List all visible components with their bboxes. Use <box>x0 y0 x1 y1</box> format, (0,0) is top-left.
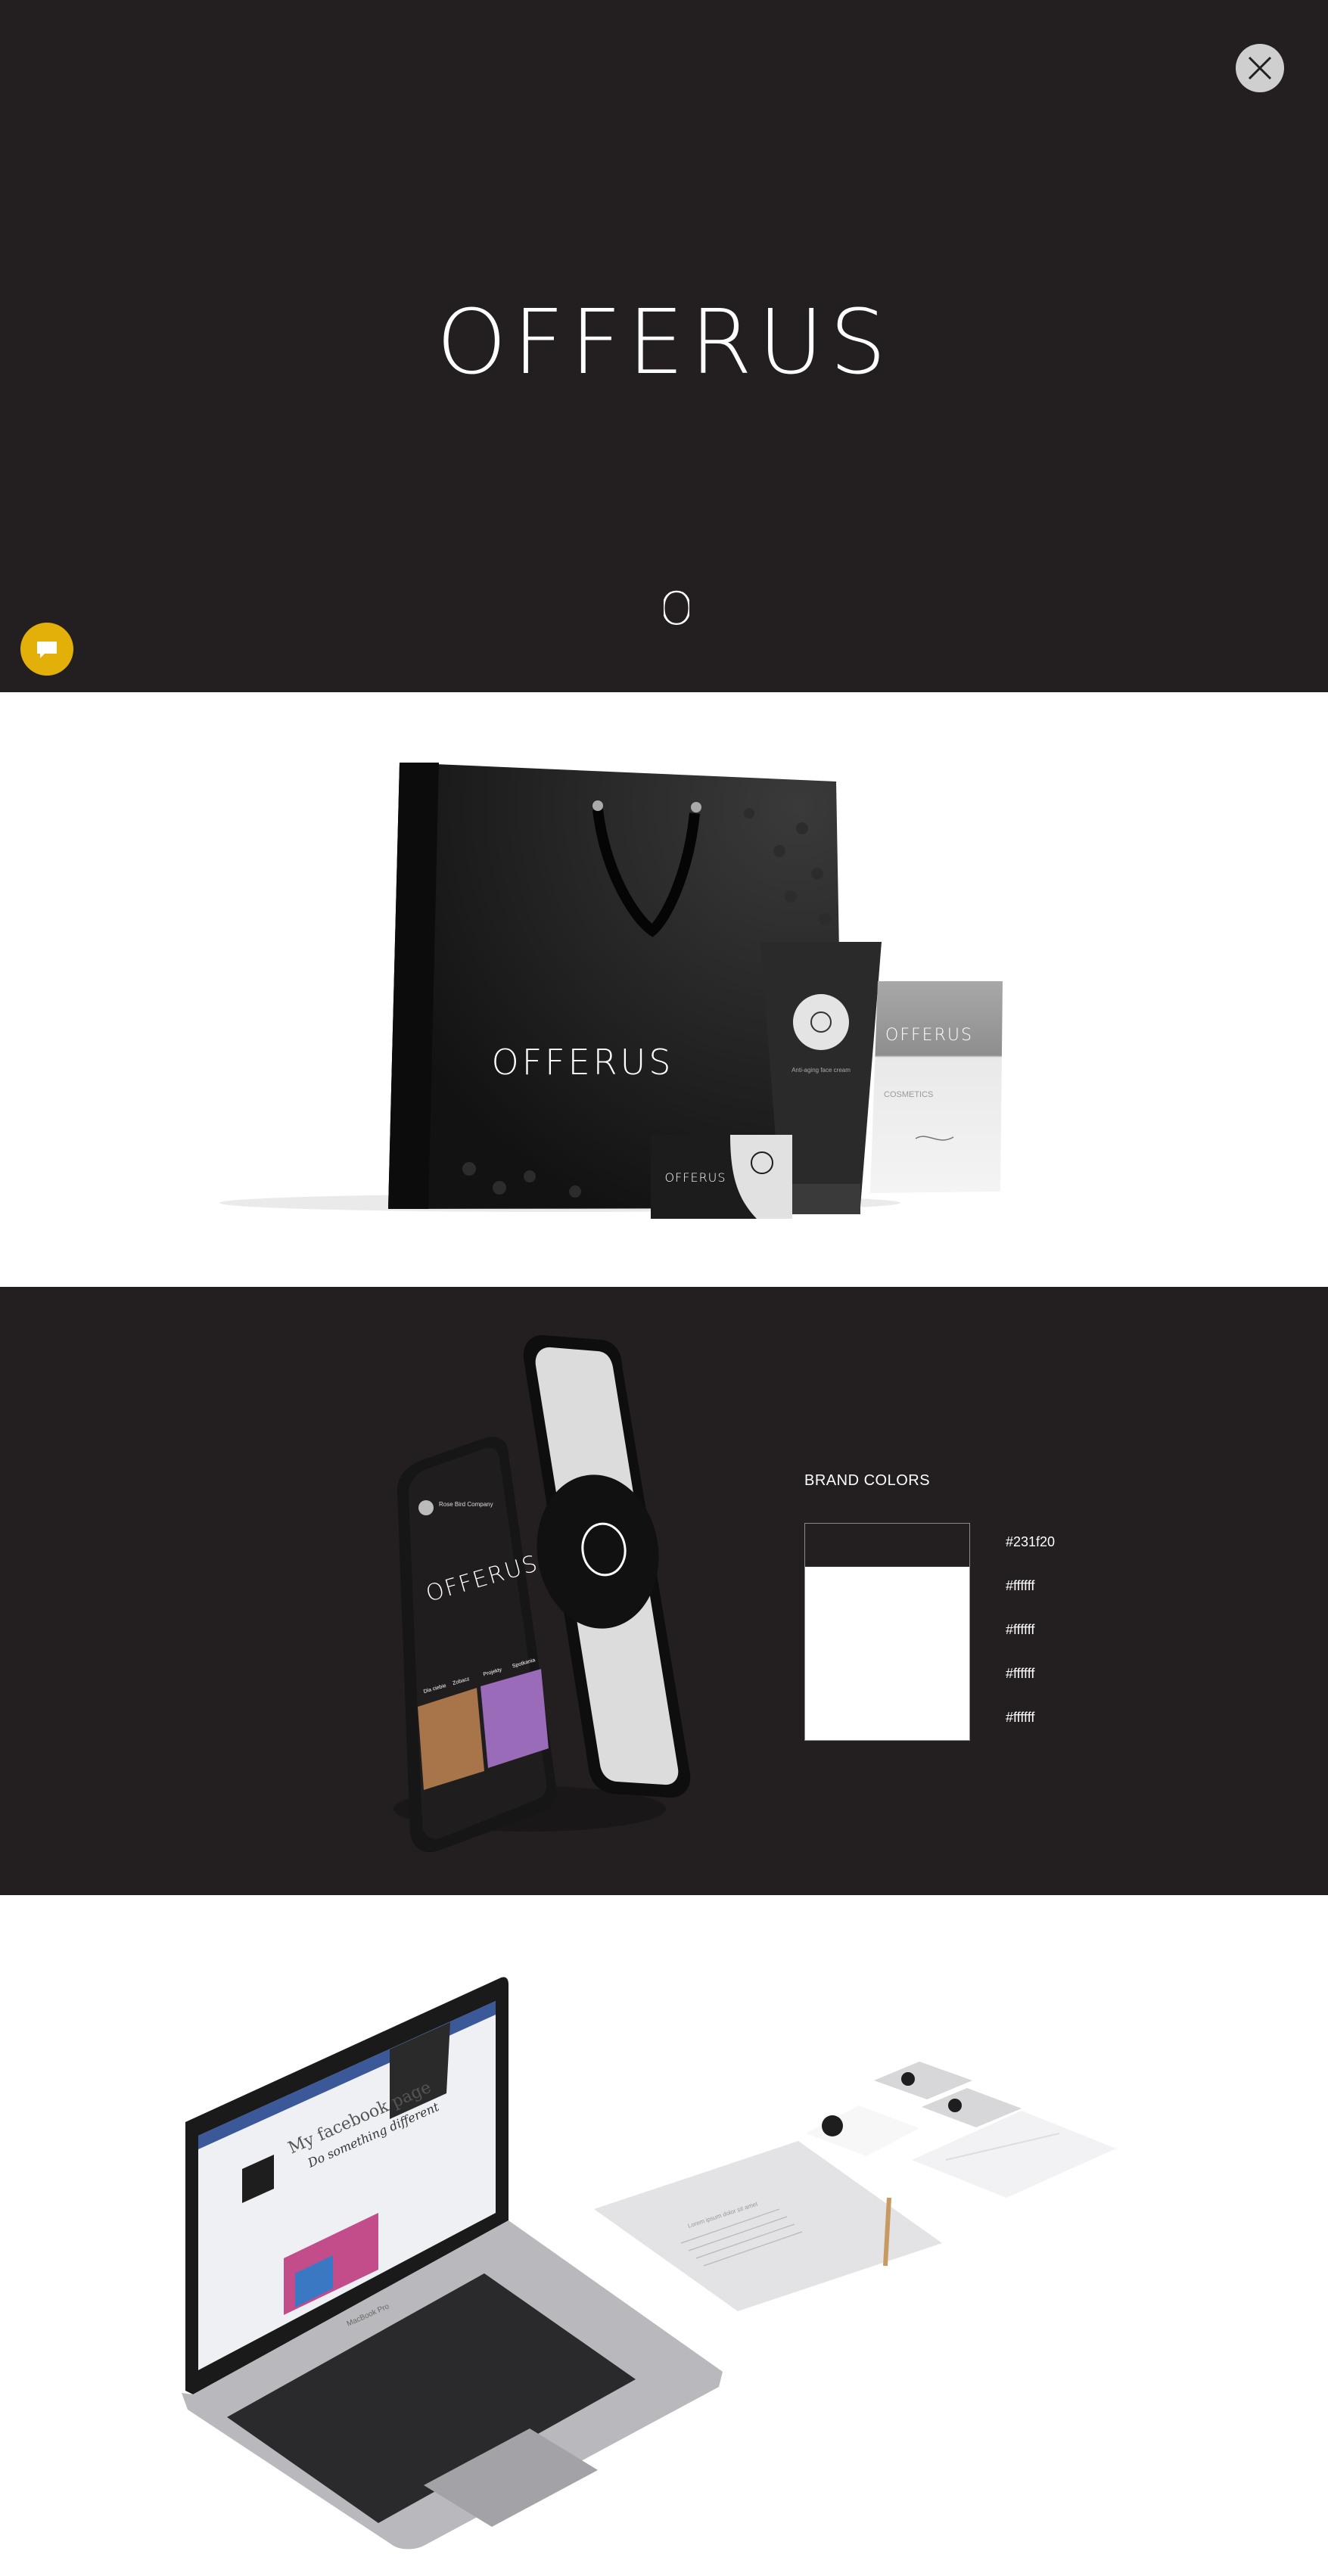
brand-colors-section: Rose Bird Company OFFERUS Dla ciebie Zob… <box>0 1287 1328 1895</box>
business-card: OFFERUS <box>651 1135 792 1219</box>
pouch-logo: OFFERUS <box>885 1026 973 1045</box>
business-cards <box>806 2062 1116 2198</box>
swatch-label-5: #ffffff <box>1006 1710 1035 1725</box>
portfolio-page: OFFERUS O OFFERUS Anti-aging face cream … <box>0 0 1328 2576</box>
swatch-label-3: #ffffff <box>1006 1622 1035 1637</box>
swatch-2 <box>805 1567 969 1610</box>
cosmetics-pouch: OFFERUS COSMETICS <box>870 981 1003 1193</box>
stationery-mockup: My facebook page Do something different … <box>182 1977 1116 2550</box>
close-icon <box>1248 56 1272 80</box>
phone-profile-name: Rose Bird Company <box>439 1501 493 1508</box>
tube-text: Anti-aging face cream <box>792 1067 851 1074</box>
chat-button[interactable] <box>20 623 73 676</box>
swatch-1 <box>805 1524 969 1567</box>
pouch-label: COSMETICS <box>884 1090 933 1099</box>
packaging-section: OFFERUS Anti-aging face cream OFFERUS CO… <box>0 692 1328 1287</box>
chat-icon <box>37 642 57 658</box>
hero-logo: OFFERUS <box>437 306 892 382</box>
swatch-3 <box>805 1610 969 1653</box>
swatch-5 <box>805 1696 969 1740</box>
hero-logo-text: OFFERUS <box>437 306 892 382</box>
back-phone <box>523 1335 691 1798</box>
phones-mockup: Rose Bird Company OFFERUS Dla ciebie Zob… <box>393 1335 691 1853</box>
hero-section: OFFERUS O <box>0 0 1328 692</box>
color-swatches <box>804 1523 970 1741</box>
packaging-mockup: OFFERUS Anti-aging face cream OFFERUS CO… <box>219 763 1003 1219</box>
swatch-label-1: #231f20 <box>1006 1534 1056 1549</box>
letterhead: Lorem ipsum dolor sit amet <box>594 2141 942 2311</box>
stationery-section: My facebook page Do something different … <box>0 1895 1328 2576</box>
laptop: My facebook page Do something different … <box>182 1977 723 2550</box>
bag-logo: OFFERUS <box>491 1042 673 1083</box>
swatch-label-2: #ffffff <box>1006 1578 1035 1593</box>
front-phone: Rose Bird Company OFFERUS Dla ciebie Zob… <box>397 1437 557 1853</box>
swatch-4 <box>805 1653 969 1696</box>
swatch-label-4: #ffffff <box>1006 1666 1035 1681</box>
close-button[interactable] <box>1236 44 1284 92</box>
brand-colors-title: BRAND COLORS <box>804 1472 931 1489</box>
hero-mark-text: O <box>664 589 689 628</box>
card-logo: OFFERUS <box>664 1170 726 1185</box>
hero-mark: O <box>664 589 689 628</box>
